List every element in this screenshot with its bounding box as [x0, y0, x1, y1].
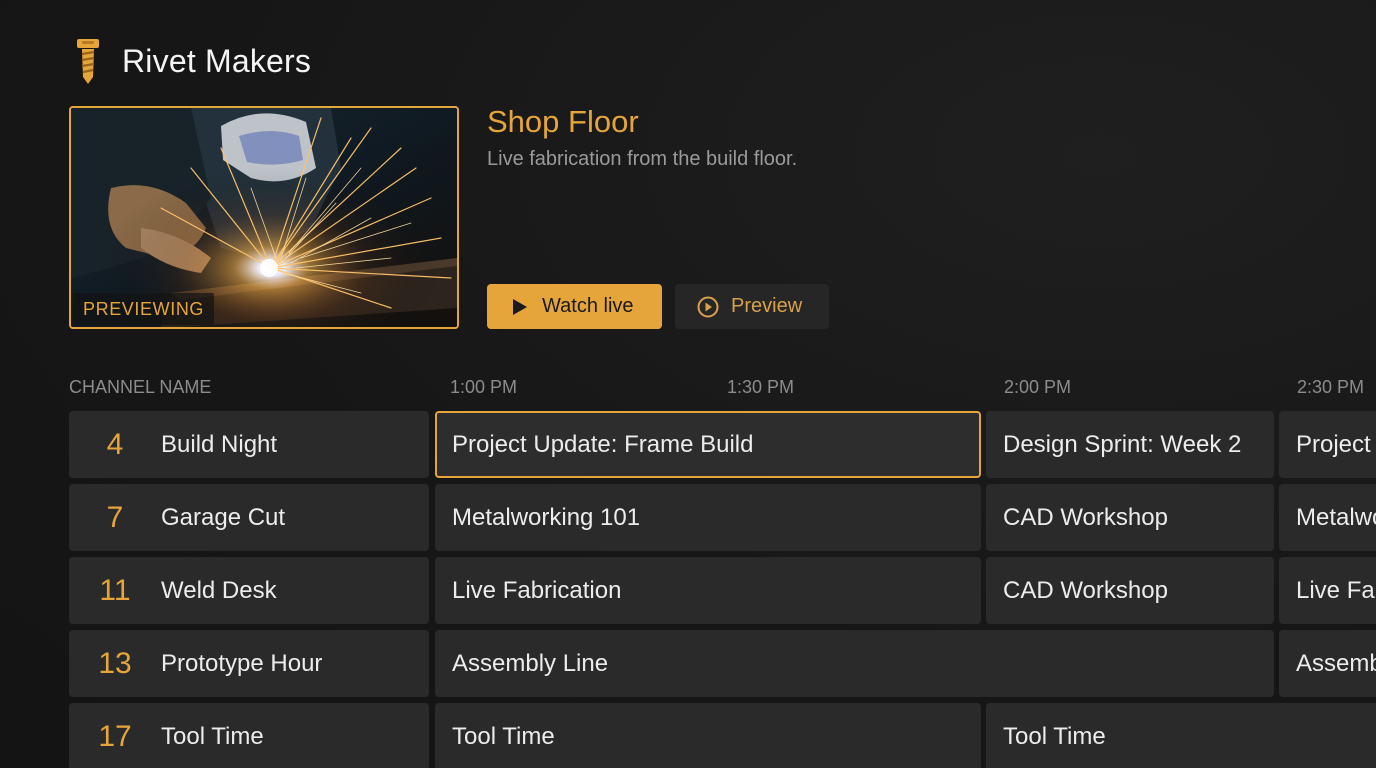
- program-cell[interactable]: Metalworking 101: [1279, 484, 1376, 551]
- channel-name: Garage Cut: [161, 503, 286, 531]
- app-header: Rivet Makers: [74, 36, 311, 86]
- program-cell-focused[interactable]: Project Update: Frame Build: [435, 411, 981, 478]
- channel-name: Build Night: [161, 430, 278, 458]
- app-title: Rivet Makers: [122, 42, 312, 79]
- program-cell[interactable]: Tool Time: [435, 703, 981, 768]
- program-cell[interactable]: Assembly Line: [1279, 630, 1376, 697]
- previewing-badge: PREVIEWING: [73, 293, 215, 325]
- play-circle-icon: [697, 296, 719, 317]
- play-icon: [513, 298, 527, 315]
- channel-row-header[interactable]: 11 Weld Desk: [69, 557, 429, 624]
- channel-name: Prototype Hour: [161, 649, 323, 677]
- time-slot-label: 1:00 PM: [450, 377, 518, 397]
- time-slot-label: 2:00 PM: [1004, 377, 1072, 397]
- channel-number: 11: [99, 573, 131, 607]
- channel-row-header[interactable]: 17 Tool Time: [69, 703, 429, 768]
- program-cell[interactable]: Project Update: Frame Build: [1279, 411, 1376, 478]
- tv-guide-screen: Rivet Makers PREVIEWING Shop Floor Live …: [0, 0, 1376, 768]
- time-slot-label: 1:30 PM: [727, 377, 795, 397]
- selected-channel-title: Shop Floor: [487, 104, 639, 139]
- channel-name: Tool Time: [161, 722, 264, 750]
- channel-name-column-header: CHANNEL NAME: [69, 377, 212, 397]
- time-slot-label: 2:30 PM: [1297, 377, 1365, 397]
- preview-label: Preview: [731, 295, 803, 317]
- preview-button[interactable]: Preview: [675, 284, 829, 329]
- screw-icon: [77, 39, 99, 84]
- program-cell[interactable]: Design Sprint: Week 2: [986, 411, 1274, 478]
- program-cell[interactable]: Metalworking 101: [435, 484, 981, 551]
- program-cell[interactable]: Live Fabrication: [1279, 557, 1376, 624]
- channel-name: Weld Desk: [161, 576, 277, 604]
- channel-number: 13: [98, 646, 132, 680]
- preview-thumbnail[interactable]: PREVIEWING: [69, 106, 459, 329]
- watch-live-label: Watch live: [542, 295, 634, 317]
- channel-row-header[interactable]: 13 Prototype Hour: [69, 630, 429, 697]
- channel-row-header[interactable]: 7 Garage Cut: [69, 484, 429, 551]
- channel-number: 4: [106, 427, 124, 461]
- program-cell[interactable]: Live Fabrication: [435, 557, 981, 624]
- channel-number: 7: [106, 500, 124, 534]
- program-cell[interactable]: CAD Workshop: [986, 557, 1274, 624]
- watch-live-button[interactable]: Watch live: [487, 284, 662, 329]
- channel-number: 17: [98, 719, 132, 753]
- selected-channel-description: Live fabrication from the build floor.: [487, 148, 798, 170]
- program-cell[interactable]: Assembly Line: [435, 630, 1274, 697]
- channel-row-header[interactable]: 4 Build Night: [69, 411, 429, 478]
- program-cell[interactable]: Tool Time: [986, 703, 1376, 768]
- program-cell[interactable]: CAD Workshop: [986, 484, 1274, 551]
